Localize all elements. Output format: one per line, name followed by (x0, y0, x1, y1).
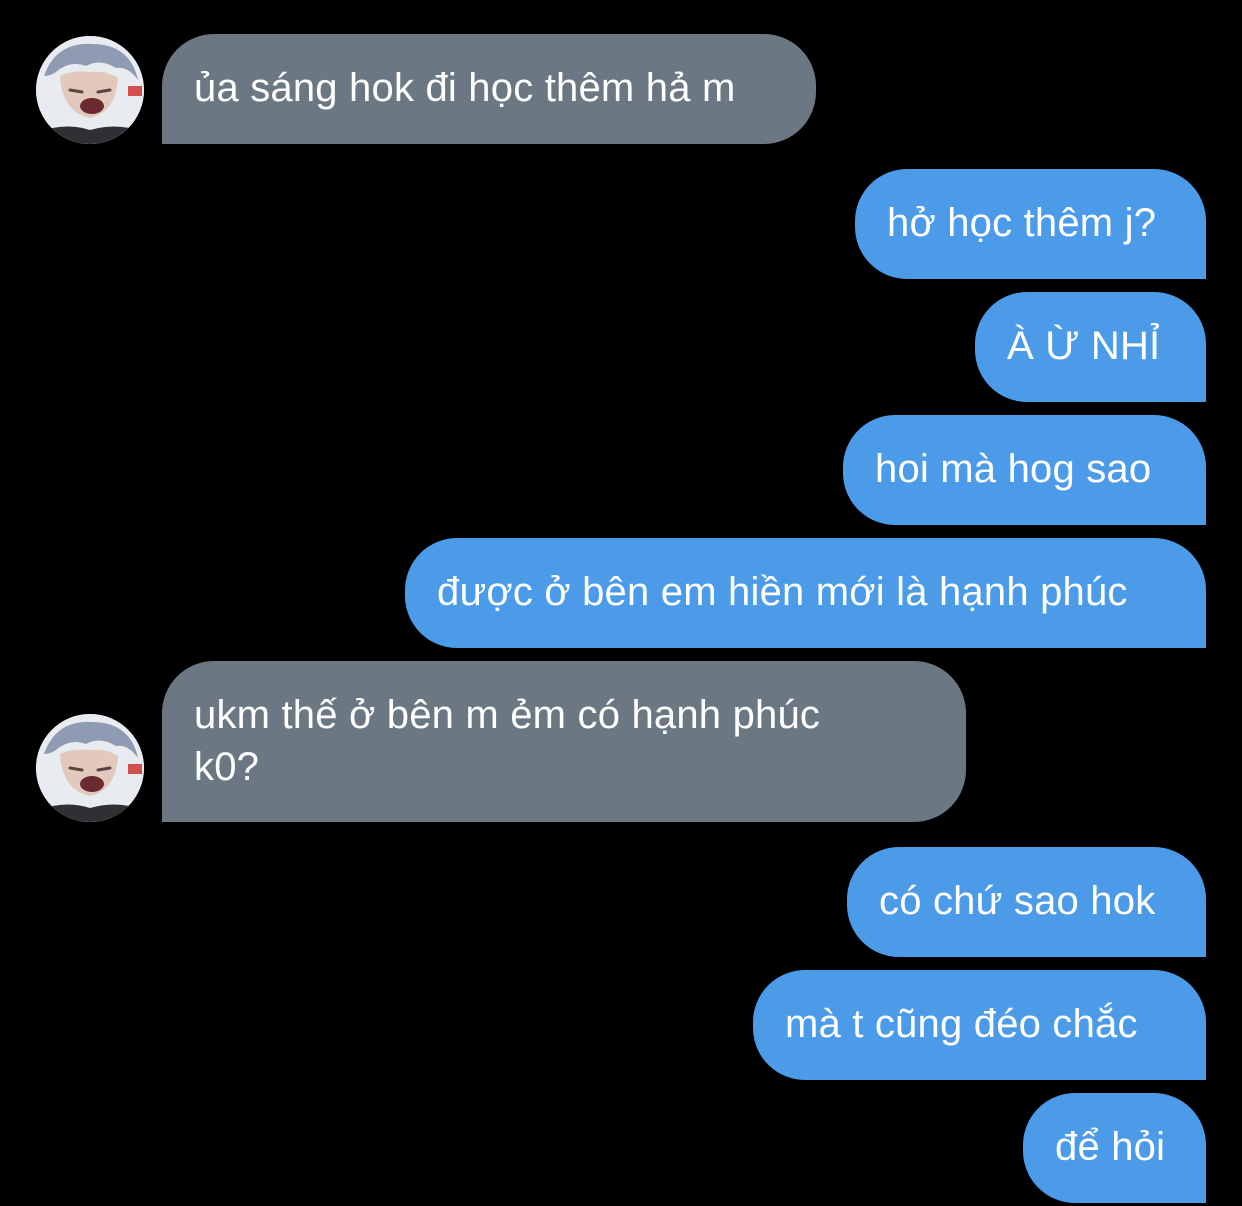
contact-avatar[interactable] (36, 36, 144, 144)
message-bubble-incoming[interactable]: ủa sáng hok đi học thêm hả m (162, 34, 816, 144)
message-bubble-outgoing[interactable]: có chứ sao hok (847, 847, 1206, 957)
message-bubble-outgoing[interactable]: hoi mà hog sao (843, 415, 1206, 525)
message-bubble-incoming[interactable]: ukm thế ở bên m ẻm có hạnh phúc k0? (162, 661, 966, 822)
chat-thread: ủa sáng hok đi học thêm hả m hở học thêm… (0, 0, 1242, 1206)
message-bubble-outgoing[interactable]: À Ừ NHỈ (975, 292, 1206, 402)
message-bubble-outgoing[interactable]: mà t cũng đéo chắc (753, 970, 1206, 1080)
avatar-photo-icon (36, 714, 144, 822)
avatar-photo-icon (36, 36, 144, 144)
message-bubble-outgoing[interactable]: để hỏi (1023, 1093, 1206, 1203)
message-bubble-outgoing[interactable]: hở học thêm j? (855, 169, 1206, 279)
message-bubble-outgoing[interactable]: được ở bên em hiền mới là hạnh phúc (405, 538, 1206, 648)
contact-avatar[interactable] (36, 714, 144, 822)
